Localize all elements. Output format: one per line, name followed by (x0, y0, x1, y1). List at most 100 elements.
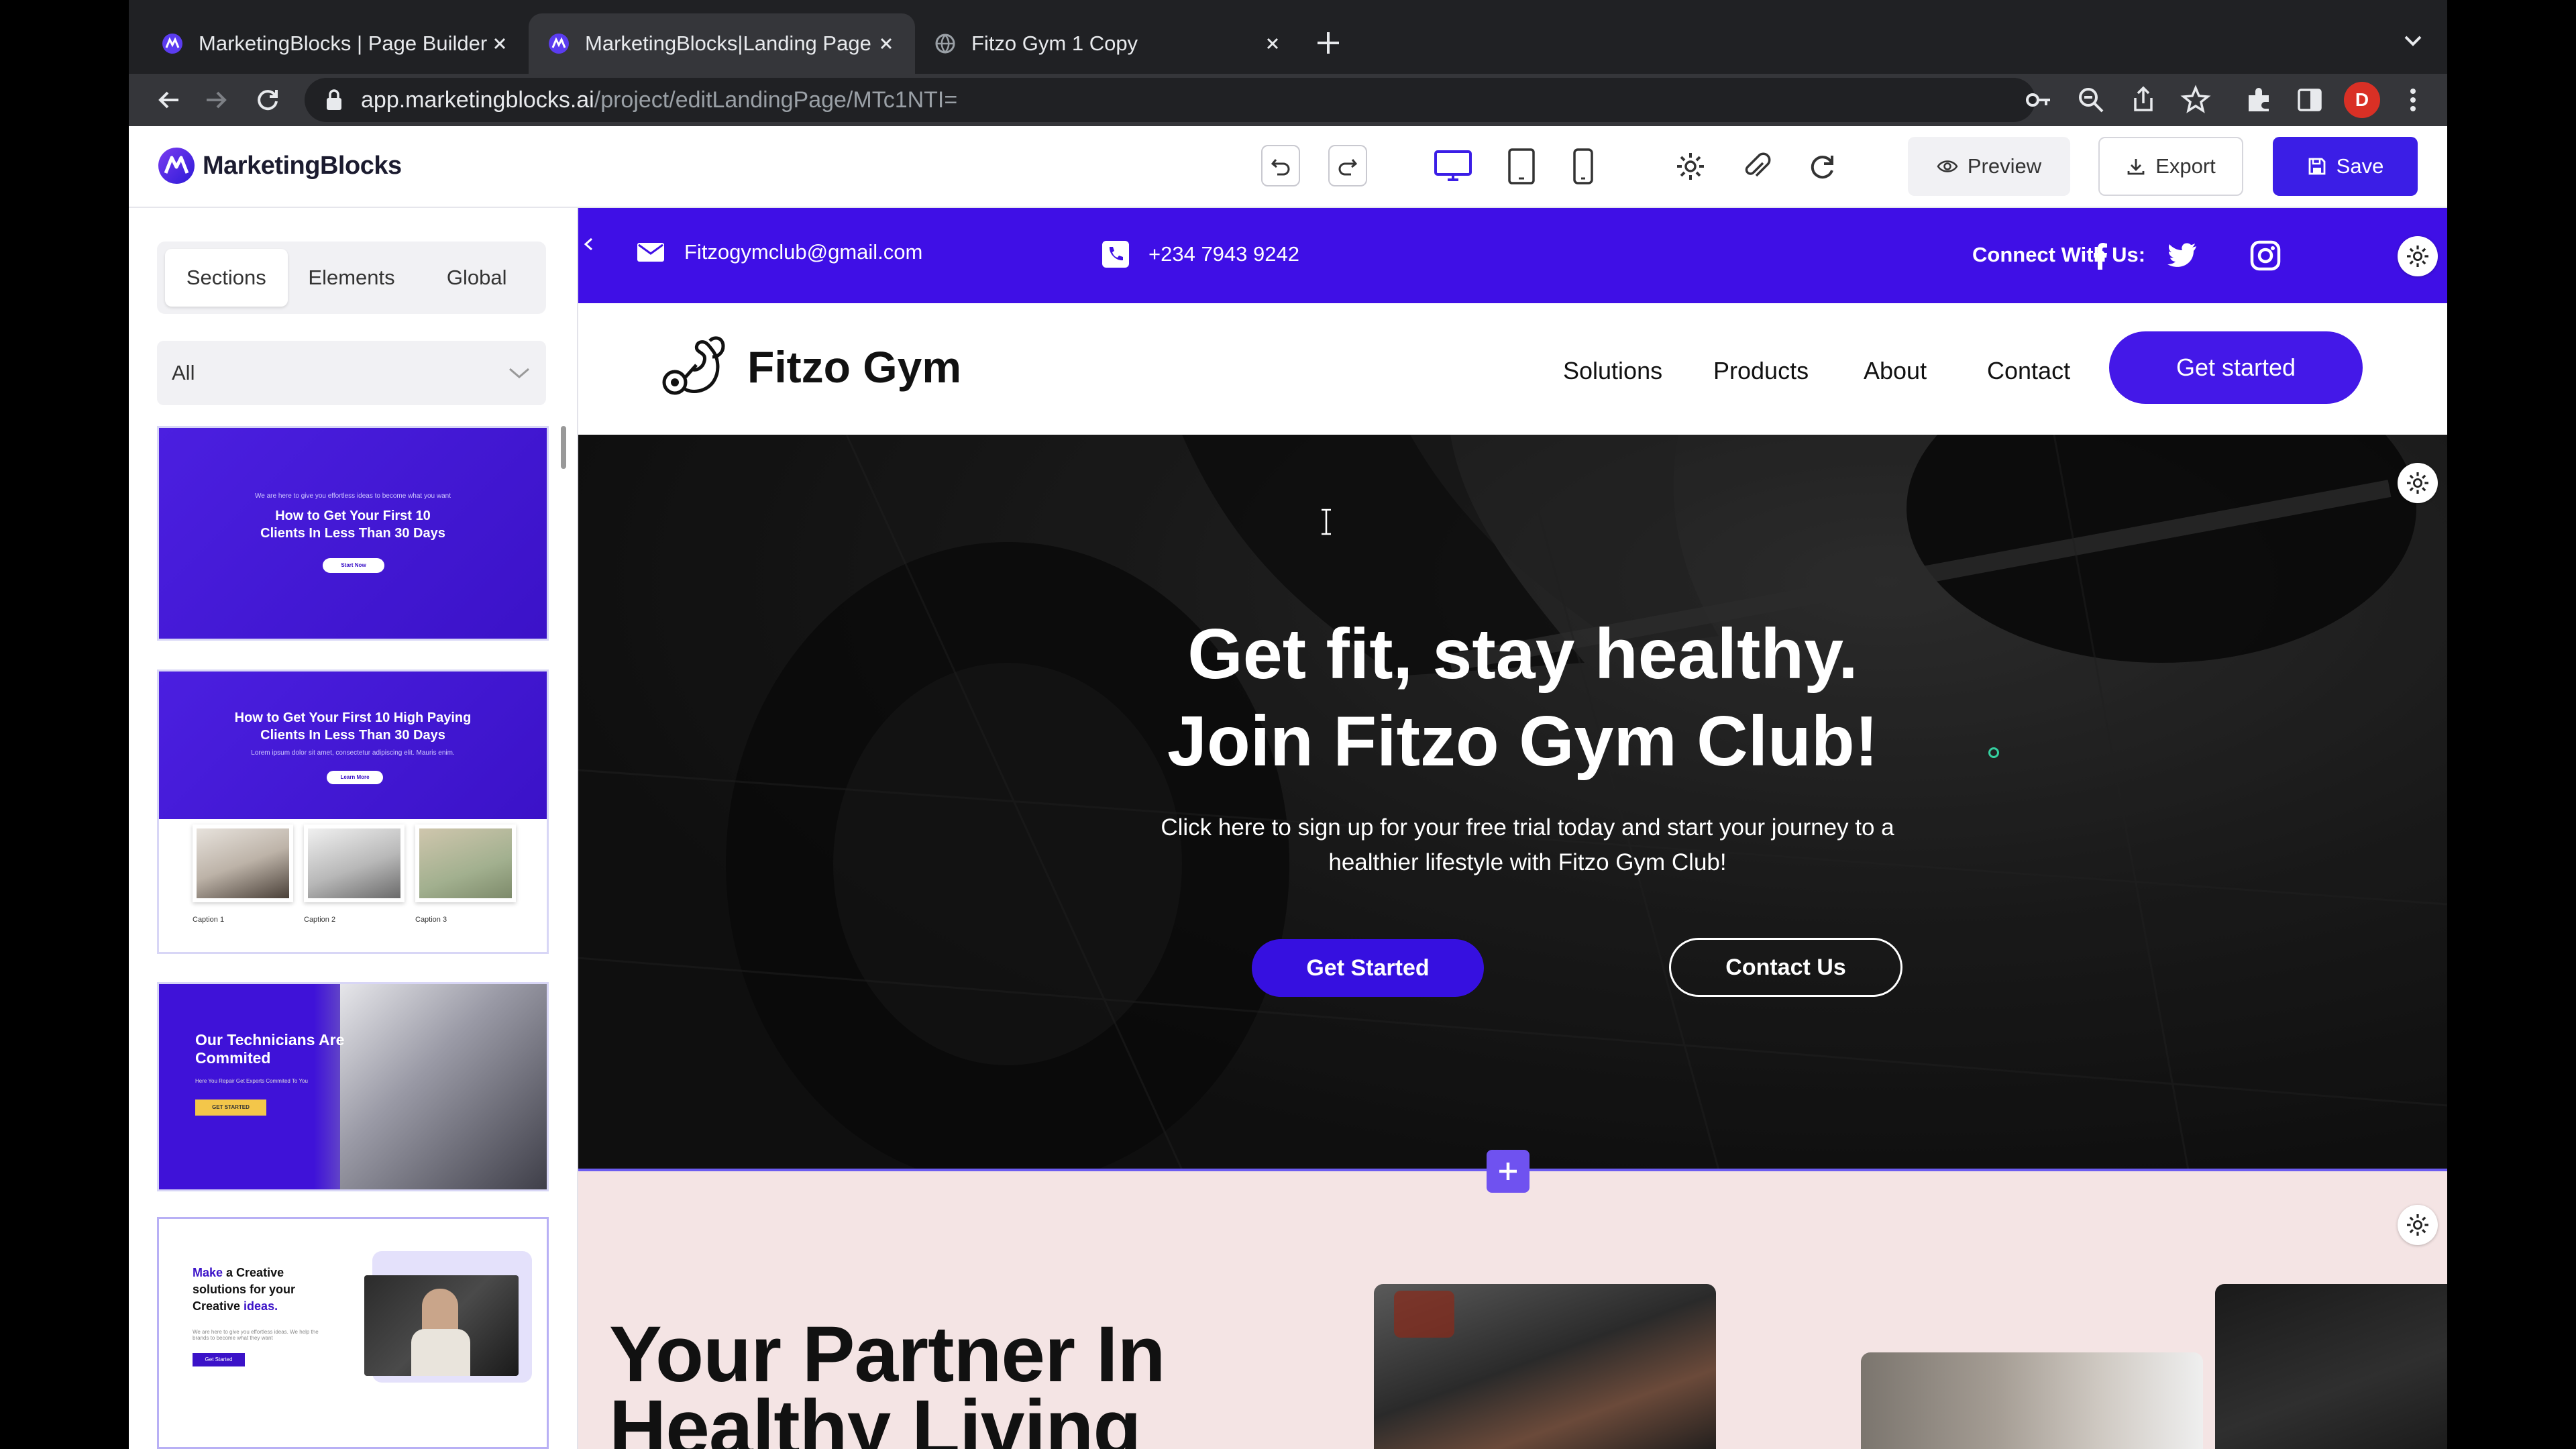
reload-icon[interactable] (251, 83, 284, 117)
tab-elements[interactable]: Elements (290, 249, 413, 307)
more-vertical-icon[interactable] (2396, 83, 2430, 117)
gallery-photo[interactable] (1861, 1352, 2203, 1449)
hero-get-started-button[interactable]: Get Started (1252, 939, 1484, 997)
app-logo[interactable]: MarketingBlocks (157, 146, 402, 185)
app-logo-text: MarketingBlocks (203, 151, 402, 180)
hero-section[interactable]: Get fit, stay healthy. Join Fitzo Gym Cl… (578, 435, 2447, 1170)
facebook-icon[interactable] (2082, 237, 2118, 274)
browser-tab[interactable]: Fitzo Gym 1 Copy (915, 13, 1301, 74)
thumbnail-card (415, 824, 516, 902)
site-brand[interactable]: Fitzo Gym (659, 330, 961, 404)
mobile-view-button[interactable] (1563, 146, 1603, 186)
globe-icon (935, 34, 955, 54)
tab-strip: MarketingBlocks | Page Builder Marketing… (129, 0, 2447, 74)
undo-button[interactable] (1261, 145, 1300, 186)
thumbnail-button: Learn More (327, 771, 383, 784)
close-icon[interactable] (490, 34, 510, 54)
share-icon[interactable] (2127, 83, 2160, 117)
gallery-photo[interactable] (2215, 1284, 2447, 1449)
close-icon[interactable] (1263, 34, 1283, 54)
tab-sections[interactable]: Sections (165, 249, 288, 307)
thumbnail-title: Our Technicians Are Commited (195, 1031, 345, 1067)
brand-name: Fitzo Gym (747, 342, 962, 392)
desktop-view-button[interactable] (1433, 146, 1473, 186)
browser-tab[interactable]: MarketingBlocks | Page Builder (142, 13, 529, 74)
tab-global[interactable]: Global (415, 249, 538, 307)
phone-icon (1102, 241, 1129, 268)
address-bar[interactable]: app.marketingblocks.ai/project/editLandi… (305, 78, 2035, 122)
redo-icon (1338, 159, 1358, 176)
chevron-left-icon[interactable] (581, 235, 596, 254)
paperclip-icon (1745, 152, 1771, 177)
instagram-icon[interactable] (2247, 237, 2284, 274)
export-button[interactable]: Export (2098, 137, 2243, 196)
forward-arrow-icon[interactable] (199, 83, 232, 117)
section-settings-button[interactable] (2398, 236, 2438, 276)
zoom-icon[interactable] (2074, 83, 2108, 117)
new-tab-plus-icon[interactable] (1309, 24, 1347, 62)
key-icon[interactable] (2022, 83, 2055, 117)
section-settings-button[interactable] (2398, 463, 2438, 503)
save-label: Save (2336, 154, 2384, 178)
section-settings-button[interactable] (2398, 1205, 2438, 1245)
profile-avatar[interactable]: D (2344, 82, 2380, 118)
hero-contact-us-button[interactable]: Contact Us (1669, 938, 1902, 997)
browser-tab-active[interactable]: MarketingBlocks|Landing Page (529, 13, 915, 74)
filter-value: All (172, 361, 195, 384)
undo-icon (1271, 159, 1290, 176)
site-topbar[interactable]: Fitzogymclub@gmail.com +234 7943 9242 Co… (578, 208, 2447, 303)
save-button[interactable]: Save (2273, 137, 2418, 196)
section-template-thumbnail[interactable]: Our Technicians Are Commited Here You Re… (157, 982, 549, 1191)
gallery-photo[interactable] (1374, 1284, 1716, 1449)
chevron-down-icon[interactable] (2396, 24, 2430, 58)
twitter-icon[interactable] (2164, 237, 2200, 274)
url-text: app.marketingblocks.ai/project/editLandi… (361, 87, 957, 113)
extensions-puzzle-icon[interactable] (2242, 83, 2275, 117)
nav-about[interactable]: About (1864, 357, 1927, 385)
hero-heading[interactable]: Get fit, stay healthy. Join Fitzo Gym Cl… (578, 610, 2447, 785)
download-icon (2127, 159, 2145, 175)
gear-icon (2407, 1214, 2428, 1236)
panel-tabs: Sections Elements Global (157, 241, 546, 314)
nav-products[interactable]: Products (1713, 357, 1809, 385)
thumbnail-caption: Caption 3 (415, 916, 447, 924)
section-template-thumbnail[interactable]: How to Get Your First 10 High Paying Cli… (157, 669, 549, 954)
thumbnail-body: We are here to give you effortless ideas… (193, 1329, 319, 1341)
section-template-thumbnail[interactable]: We are here to give you effortless ideas… (157, 426, 549, 641)
topbar-phone[interactable]: +234 7943 9242 (1102, 240, 1299, 268)
partner-heading[interactable]: Your Partner In Healthy Living (609, 1315, 1166, 1449)
mobile-icon (1573, 148, 1593, 184)
chevron-down-icon (509, 368, 529, 378)
tablet-view-button[interactable] (1501, 146, 1542, 186)
eye-icon (1937, 160, 1958, 172)
hero-subtext[interactable]: Click here to sign up for your free tria… (1155, 810, 1900, 880)
back-arrow-icon[interactable] (153, 83, 186, 117)
nav-get-started-button[interactable]: Get started (2109, 331, 2363, 404)
site-navbar[interactable]: Fitzo Gym Solutions Products About Conta… (578, 303, 2447, 435)
bookmark-star-icon[interactable] (2179, 83, 2212, 117)
thumbnail-title: Make a Creative solutions for your Creat… (193, 1265, 320, 1315)
section-filter-select[interactable]: All (157, 341, 546, 405)
gym-flexed-arm-icon (662, 336, 725, 395)
save-disk-icon (2308, 158, 2326, 175)
nav-solutions[interactable]: Solutions (1563, 357, 1662, 385)
refresh-button[interactable] (1802, 146, 1842, 186)
settings-button[interactable] (1670, 146, 1711, 186)
thumbnail-title-bold: Make (193, 1266, 223, 1279)
close-icon[interactable] (876, 34, 896, 54)
preview-button[interactable]: Preview (1908, 137, 2070, 196)
redo-button[interactable] (1328, 145, 1367, 186)
attachments-button[interactable] (1736, 146, 1776, 186)
section-template-thumbnail[interactable]: Make a Creative solutions for your Creat… (157, 1217, 549, 1449)
side-panel-icon[interactable] (2293, 83, 2326, 117)
thumbnail-photo (340, 984, 547, 1189)
lock-icon[interactable] (325, 89, 343, 111)
marketingblocks-favicon-icon (162, 34, 182, 54)
thumbnail-caption: Caption 2 (304, 916, 336, 924)
topbar-email[interactable]: Fitzogymclub@gmail.com (636, 240, 922, 264)
partner-section[interactable]: Your Partner In Healthy Living (578, 1171, 2447, 1449)
panel-scrollbar[interactable] (561, 426, 566, 469)
marketingblocks-logo-icon (158, 148, 195, 184)
nav-contact[interactable]: Contact (1987, 357, 2070, 385)
resize-handle[interactable] (1988, 747, 1999, 758)
